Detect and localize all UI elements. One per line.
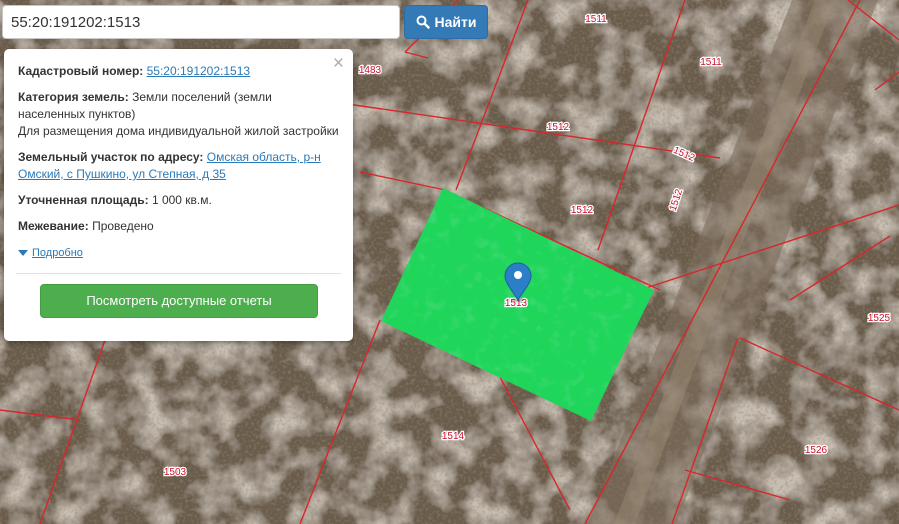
search-button[interactable]: Найти <box>404 5 488 39</box>
details-link[interactable]: Подробно <box>18 245 83 262</box>
land-category-row: Категория земель: Земли поселений (земли… <box>18 89 339 140</box>
address-label: Земельный участок по адресу: <box>18 150 204 164</box>
cadastral-number-label: Кадастровый номер: <box>18 64 144 78</box>
parcel-label: 1511 <box>700 57 722 68</box>
cadastral-number-link[interactable]: 55:20:191202:1513 <box>147 64 250 78</box>
area-value: 1 000 кв.м. <box>151 193 212 207</box>
parcel-label: 1526 <box>805 445 828 456</box>
area-row: Уточненная площадь: 1 000 кв.м. <box>18 192 339 209</box>
parcel-info-popup: × Кадастровый номер: 55:20:191202:1513 К… <box>4 49 353 341</box>
area-label: Уточненная площадь: <box>18 193 149 207</box>
parcel-label: 1525 <box>868 313 891 324</box>
parcel-label: 1512 <box>571 205 594 216</box>
survey-row: Межевание: Проведено <box>18 218 339 235</box>
search-icon <box>416 15 430 29</box>
parcel-label: 1503 <box>164 467 187 478</box>
search-button-label: Найти <box>434 14 477 30</box>
search-input[interactable] <box>2 5 400 39</box>
parcel-label: 1511 <box>585 14 607 25</box>
view-reports-button[interactable]: Посмотреть доступные отчеты <box>40 283 318 318</box>
survey-label: Межевание: <box>18 219 89 233</box>
close-icon[interactable]: × <box>333 54 344 73</box>
chevron-down-icon <box>18 250 28 256</box>
parcel-label: 1514 <box>442 431 465 442</box>
land-category-label: Категория земель: <box>18 90 129 104</box>
cadastral-number-row: Кадастровый номер: 55:20:191202:1513 <box>18 63 339 80</box>
land-purpose: Для размещения дома индивидуальной жилой… <box>18 124 339 138</box>
details-link-label: Подробно <box>32 246 83 259</box>
parcel-label: 1512 <box>547 122 570 133</box>
parcel-label: 1483 <box>359 65 382 76</box>
popup-divider <box>16 272 341 274</box>
address-row: Земельный участок по адресу: Омская обла… <box>18 149 339 183</box>
survey-value: Проведено <box>92 219 154 233</box>
